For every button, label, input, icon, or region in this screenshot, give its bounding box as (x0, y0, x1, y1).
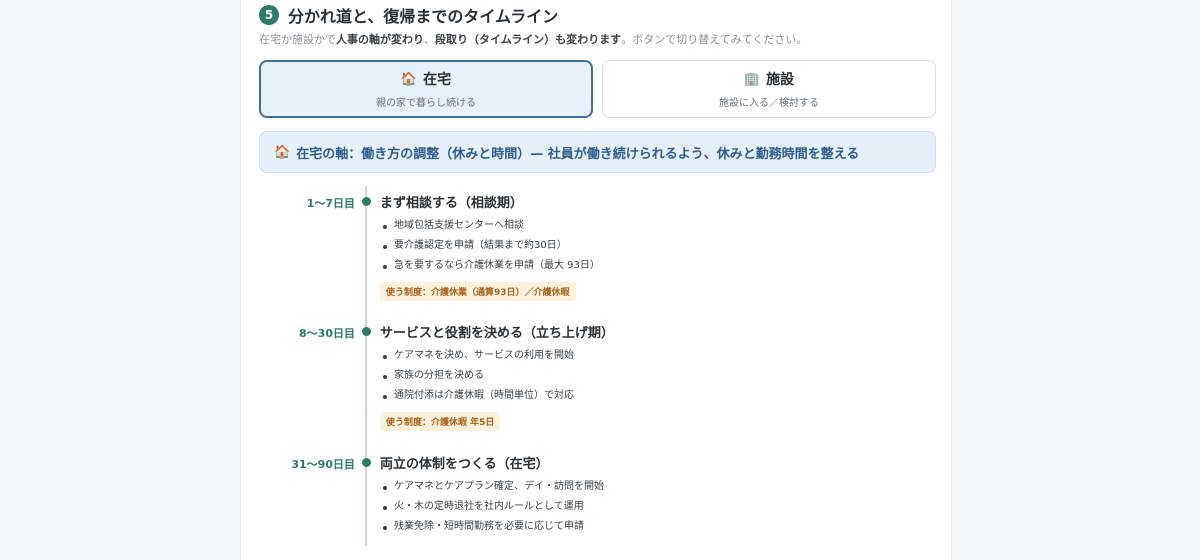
timeline-card: 5 分かれ道と、復帰までのタイムライン 在宅か施設かで人事の軸が変わり、段取り（… (240, 0, 952, 560)
toggle-sub: 施設に入る／検討する (719, 98, 819, 109)
timeline-line (365, 186, 367, 546)
step-number-badge: 5 (259, 5, 279, 25)
list-item: ケアマネとケアプラン確定、デイ・訪問を開始 (380, 477, 604, 497)
section-title: 分かれ道と、復帰までのタイムライン (288, 7, 559, 26)
toggle-label: 在宅 (423, 72, 452, 88)
section-header: 5 分かれ道と、復帰までのタイムライン (259, 3, 558, 27)
phase-items: ケアマネとケアプラン確定、デイ・訪問を開始 火・木の定時退社を社内ルールとして運… (380, 477, 604, 537)
house-icon: 🏠 (400, 71, 418, 87)
phase-title: まず相談する（相談期） (380, 196, 524, 211)
toggle-facility-button[interactable]: 🏢 施設 施設に入る／検討する (602, 60, 936, 118)
lead-text: 在宅か施設かで (259, 33, 336, 46)
lead-bold-2: 段取り（タイムライン）も変わります (435, 33, 622, 46)
lead-text: 。ボタンで切り替えてみてください。 (621, 33, 808, 46)
timeline-dot (362, 327, 371, 336)
axis-banner: 🏠 在宅の軸：働き方の調整（休みと時間）— 社員が働き続けられるよう、休みと勤務… (259, 131, 936, 173)
phase-items: ケアマネを決め、サービスの利用を開始 家族の分担を決める 通院付添は介護休暇（時… (380, 346, 574, 406)
lead-bold-1: 人事の軸が変わり (336, 33, 424, 46)
list-item: ケアマネを決め、サービスの利用を開始 (380, 346, 574, 366)
toggle-home-care-button[interactable]: 🏠 在宅 親の家で暮らし続ける (259, 60, 593, 118)
list-item: 火・木の定時退社を社内ルールとして運用 (380, 497, 604, 517)
system-tag: 使う制度：介護休業（通算93日）／介護休暇 (380, 282, 576, 301)
phase-title: 両立の体制をつくる（在宅） (380, 457, 549, 472)
phase-day-label: 1〜7日目 (306, 197, 355, 210)
list-item: 要介護認定を申請（結果まで約30日） (380, 236, 600, 256)
list-item: 地域包括支援センターへ相談 (380, 216, 600, 236)
phase-day-label: 8〜30日目 (299, 327, 355, 340)
timeline-dot (362, 458, 371, 467)
phase-title: サービスと役割を決める（立ち上げ期） (380, 326, 615, 341)
lead-text: 、 (424, 33, 435, 46)
phase-items: 地域包括支援センターへ相談 要介護認定を申請（結果まで約30日） 急を要するなら… (380, 216, 600, 276)
list-item: 家族の分担を決める (380, 366, 574, 386)
axis-banner-text: 在宅の軸：働き方の調整（休みと時間）— 社員が働き続けられるよう、休みと勤務時間… (296, 146, 860, 162)
list-item: 通院付添は介護休暇（時間単位）で対応 (380, 386, 574, 406)
list-item: 残業免除・短時間勤務を必要に応じて申請 (380, 517, 604, 537)
toggle-label: 施設 (766, 72, 795, 88)
phase-day-label: 31〜90日目 (291, 458, 355, 471)
timeline-dot (362, 197, 371, 206)
list-item: 急を要するなら介護休業を申請（最大 93日） (380, 256, 600, 276)
house-icon: 🏠 (274, 144, 291, 160)
building-icon: 🏢 (743, 71, 761, 87)
system-tag: 使う制度：介護休暇 年5日 (380, 412, 501, 431)
toggle-sub: 親の家で暮らし続ける (376, 98, 476, 109)
section-lead: 在宅か施設かで人事の軸が変わり、段取り（タイムライン）も変わります。ボタンで切り… (259, 31, 807, 47)
